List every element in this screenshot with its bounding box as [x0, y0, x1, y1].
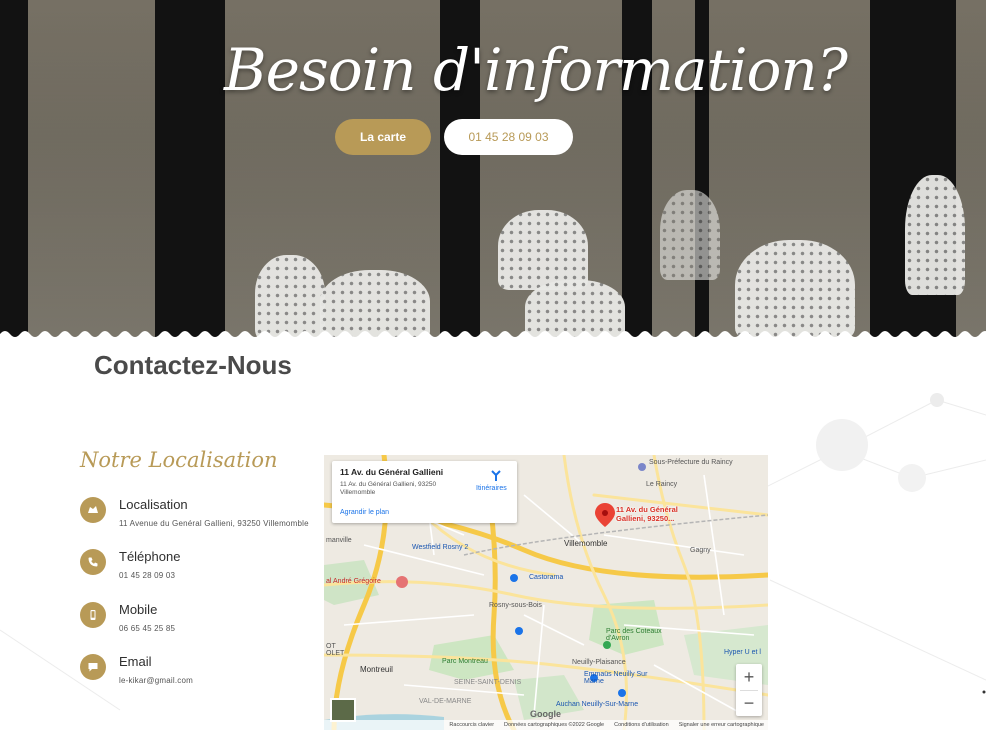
chair	[735, 240, 855, 340]
enlarge-map-link[interactable]: Agrandir le plan	[340, 509, 389, 516]
info-item-phone: Téléphone 01 45 28 09 03	[80, 549, 330, 599]
keyboard-shortcuts-link[interactable]: Raccourcis clavier	[449, 720, 494, 730]
map-card-address: 11 Av. du Général Gallieni, 93250 Villem…	[340, 481, 437, 496]
location-icon	[80, 497, 106, 523]
location-heading: Notre Localisation	[80, 448, 278, 472]
phone-icon	[80, 549, 106, 575]
info-item-mobile: Mobile 06 65 45 25 85	[80, 602, 330, 652]
map-label: OT OLET	[326, 643, 345, 657]
map-label: SEINE-SAINT-DENIS	[454, 679, 522, 686]
info-label: Email	[119, 654, 152, 669]
map-label: Auchan Neuilly-Sur-Marne	[556, 701, 639, 708]
map-label: Villemomble	[564, 539, 608, 548]
zoom-in-button[interactable]: +	[736, 664, 762, 690]
map-label: Rosny-sous-Bois	[489, 602, 542, 609]
info-value[interactable]: 01 45 28 09 03	[119, 571, 175, 580]
map-label: VAL-DE-MARNE	[419, 698, 472, 705]
map-label: al André Grégoire	[326, 578, 381, 585]
map-pin-label[interactable]: 11 Av. du Général Gallieni, 93250...	[616, 505, 698, 523]
map-label: Parc Montreau	[442, 658, 488, 665]
phone-button[interactable]: 01 45 28 09 03	[444, 119, 573, 155]
map-label: Parc des Coteaux d'Avron	[606, 628, 662, 642]
map-label: Castorama	[529, 574, 564, 581]
map-label: Montreuil	[360, 665, 393, 674]
info-item-email: Email le-kikar@gmail.com	[80, 654, 330, 704]
hero-banner: Besoin d'information? La carte 01 45 28 …	[0, 0, 986, 340]
info-label: Mobile	[119, 602, 158, 617]
directions-icon[interactable]	[490, 469, 502, 481]
info-value[interactable]: 06 65 45 25 85	[119, 624, 175, 633]
map-footer: Raccourcis clavier Données cartographiqu…	[324, 720, 768, 730]
info-value: 11 Avenue du Genéral Gallieni, 93250 Vil…	[119, 519, 309, 528]
wavy-divider	[0, 331, 986, 340]
map-label: Neuilly-Plaisance	[572, 659, 626, 666]
info-label: Téléphone	[119, 549, 181, 564]
contact-title: Contactez-Nous	[94, 350, 292, 380]
mobile-icon	[80, 602, 106, 628]
map-label: Le Raincy	[646, 481, 678, 488]
map-data-credit: Données cartographiques ©2022 Google	[504, 722, 605, 728]
info-value[interactable]: le-kikar@gmail.com	[119, 676, 193, 685]
chair	[660, 190, 720, 280]
map-label: Gagny	[690, 547, 711, 554]
satellite-toggle[interactable]	[330, 698, 356, 722]
window-frame	[0, 0, 28, 340]
info-item-location: Localisation 11 Avenue du Genéral Gallie…	[80, 497, 330, 547]
report-error-link[interactable]: Signaler une erreur cartographique	[679, 720, 764, 730]
google-logo: Google	[530, 709, 561, 719]
map-label: Emmaüs Neuilly Sur Marne	[584, 671, 648, 685]
map-card-title: 11 Av. du Général Gallieni	[340, 467, 444, 477]
map-label: Hyper U et l	[724, 649, 761, 656]
map-label: manville	[326, 537, 352, 544]
map-label: Sous-Préfecture du Raincy	[649, 459, 733, 466]
menu-button[interactable]: La carte	[335, 119, 431, 155]
terms-link[interactable]: Conditions d'utilisation	[614, 720, 669, 730]
hero-title: Besoin d'information?	[224, 36, 848, 104]
map-label: Westfield Rosny 2	[412, 544, 469, 551]
map-info-card: 11 Av. du Général Gallieni 11 Av. du Gén…	[332, 461, 517, 523]
chair	[905, 175, 965, 295]
window-frame	[155, 0, 225, 340]
zoom-controls: + −	[736, 664, 762, 716]
directions-link[interactable]: Itinéraires	[476, 485, 507, 492]
chair	[498, 210, 588, 290]
info-label: Localisation	[119, 497, 188, 512]
zoom-out-button[interactable]: −	[736, 690, 762, 716]
google-map[interactable]: Sous-Préfecture du Raincy Le Raincy Vill…	[324, 455, 768, 730]
email-icon	[80, 654, 106, 680]
